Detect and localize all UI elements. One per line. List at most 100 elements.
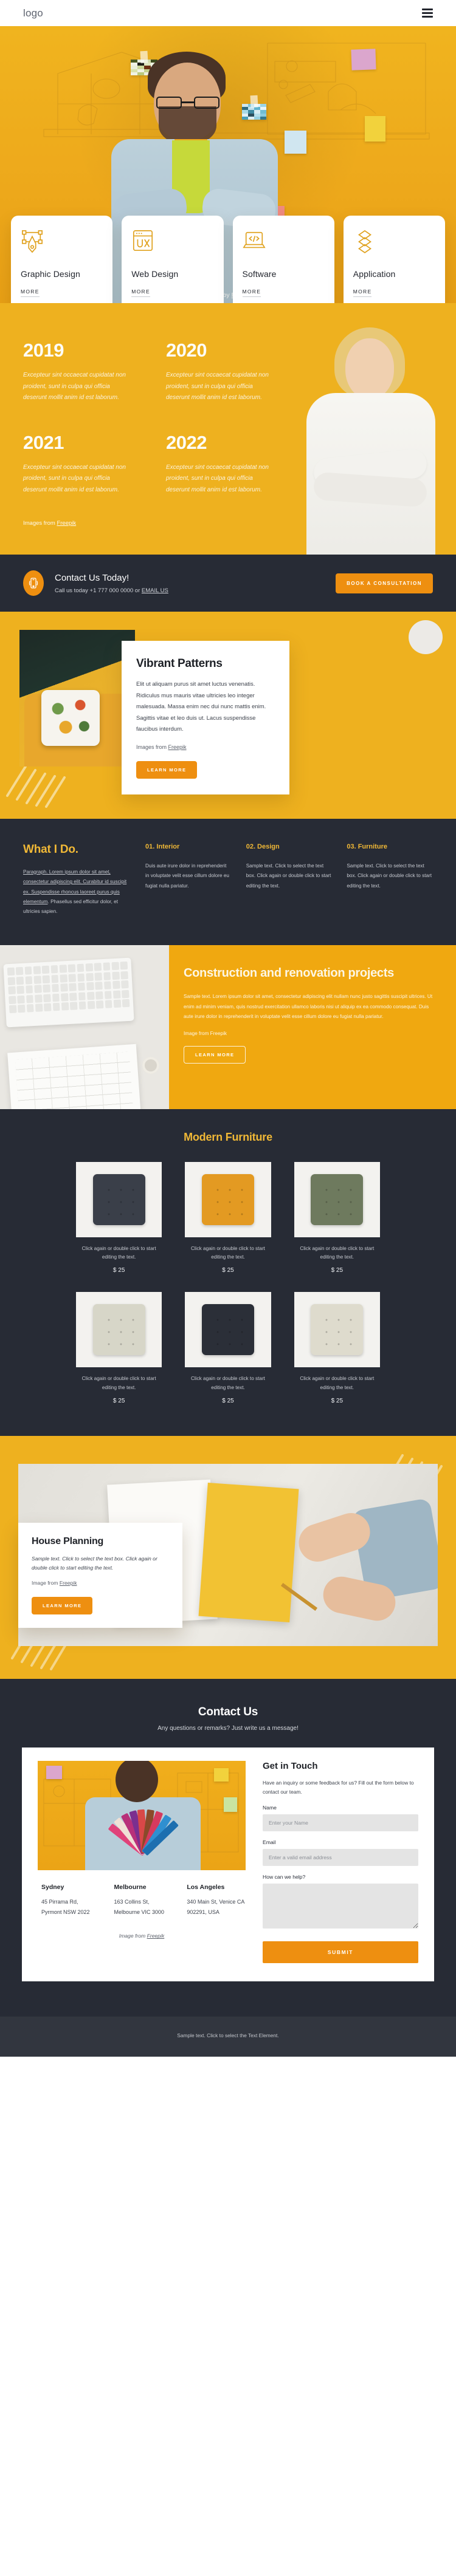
timeline-item: 2020 Excepteur sint occaecat cupidatat n… bbox=[166, 340, 285, 404]
timeline-year: 2020 bbox=[166, 340, 207, 361]
hamburger-menu-icon[interactable] bbox=[422, 9, 433, 18]
contact-sticky-note-3 bbox=[224, 1797, 237, 1812]
contact-section: Contact Us Any questions or remarks? Jus… bbox=[0, 1679, 456, 2017]
furniture-price: $ 25 bbox=[112, 1398, 125, 1405]
service-card-title: Web Design bbox=[131, 269, 179, 279]
message-field-group: How can we help? bbox=[263, 1874, 418, 1932]
ux-browser-icon bbox=[131, 229, 213, 256]
service-card-title: Software bbox=[242, 269, 277, 279]
contact-cta-bar: Contact Us Today! Call us today +1 777 0… bbox=[0, 555, 456, 612]
contact-form: Get in Touch Have an inquiry or some fee… bbox=[263, 1761, 418, 1964]
sticky-note-yellow bbox=[365, 116, 385, 142]
furniture-caption: Click again or double click to start edi… bbox=[300, 1376, 375, 1390]
timeline-year: 2022 bbox=[166, 431, 207, 453]
cushion-shape bbox=[311, 1304, 364, 1356]
what-i-do-heading: What I Do. bbox=[23, 842, 78, 856]
timeline-text: Excepteur sint occaecat cupidatat non pr… bbox=[166, 372, 269, 401]
service-card-more-link[interactable]: MORE bbox=[131, 289, 150, 297]
office-city: Sydney bbox=[41, 1884, 64, 1891]
timeline-grid: 2019 Excepteur sint occaecat cupidatat n… bbox=[23, 340, 285, 496]
furniture-item[interactable]: Click again or double click to start edi… bbox=[76, 1161, 162, 1274]
office-city: Melbourne bbox=[114, 1884, 147, 1891]
furniture-item[interactable]: Click again or double click to start edi… bbox=[185, 1292, 271, 1404]
name-field-group: Name bbox=[263, 1805, 418, 1832]
construction-section: Construction and renovation projects Sam… bbox=[0, 945, 456, 1109]
column-title: 03. Furniture bbox=[347, 842, 387, 850]
vibrant-credit-link[interactable]: Freepik bbox=[168, 744, 187, 750]
timeline-section: 2019 Excepteur sint occaecat cupidatat n… bbox=[0, 303, 456, 555]
submit-button[interactable]: SUBMIT bbox=[263, 1941, 418, 1964]
what-i-do-column-design: 02. Design Sample text. Click to select … bbox=[246, 843, 333, 917]
service-card-web-design[interactable]: Web Design MORE bbox=[122, 216, 224, 303]
contact-person-photo bbox=[38, 1761, 246, 1871]
email-label: Email bbox=[263, 1839, 276, 1846]
cushion-shape bbox=[311, 1174, 364, 1225]
color-fan-deck bbox=[108, 1801, 182, 1856]
cushion-shape bbox=[92, 1174, 145, 1225]
contact-card: Sydney 45 Pirrama Rd, Pyrmont NSW 2022 M… bbox=[22, 1748, 434, 1982]
service-card-more-link[interactable]: MORE bbox=[353, 289, 372, 297]
sticky-note-lightblue bbox=[285, 131, 306, 154]
furniture-image bbox=[185, 1292, 271, 1368]
email-field-group: Email bbox=[263, 1839, 418, 1867]
timeline-item: 2021 Excepteur sint occaecat cupidatat n… bbox=[23, 432, 142, 496]
book-consultation-button[interactable]: BOOK A CONSULTATION bbox=[336, 573, 433, 593]
service-card-application[interactable]: Application MORE bbox=[343, 216, 445, 303]
email-us-link[interactable]: EMAIL US bbox=[142, 587, 168, 594]
vibrant-patterns-section: Vibrant Patterns Elit ut aliquam purus s… bbox=[0, 612, 456, 819]
landing-page: logo by Graphic Design MORE Web Design M… bbox=[0, 0, 456, 2057]
what-i-do-column-furniture: 03. Furniture Sample text. Click to sele… bbox=[347, 843, 433, 917]
furniture-item[interactable]: Click again or double click to start edi… bbox=[185, 1161, 271, 1274]
email-input[interactable] bbox=[263, 1849, 418, 1867]
contact-sticky-note bbox=[46, 1766, 62, 1780]
what-i-do-column-interior: 01. Interior Duis aute irure dolor in re… bbox=[145, 843, 232, 917]
furniture-caption: Click again or double click to start edi… bbox=[300, 1245, 375, 1260]
pen-tool-icon bbox=[21, 229, 103, 256]
calendar-image bbox=[7, 1044, 141, 1109]
logo[interactable]: logo bbox=[23, 7, 43, 19]
construction-text: Construction and renovation projects Sam… bbox=[169, 945, 456, 1109]
vibrant-row: Vibrant Patterns Elit ut aliquam purus s… bbox=[0, 630, 456, 794]
furniture-image bbox=[76, 1161, 162, 1237]
house-planning-section: House Planning Sample text. Click to sel… bbox=[0, 1436, 456, 1679]
timeline-item: 2019 Excepteur sint occaecat cupidatat n… bbox=[23, 340, 142, 404]
furniture-item[interactable]: Click again or double click to start edi… bbox=[294, 1292, 380, 1404]
name-input[interactable] bbox=[263, 1814, 418, 1832]
service-card-graphic-design[interactable]: Graphic Design MORE bbox=[11, 216, 113, 303]
house-image-credit: Image from Freepik bbox=[32, 1580, 169, 1586]
contact-form-intro: Have an inquiry or some feedback for us?… bbox=[263, 1780, 414, 1795]
furniture-caption: Click again or double click to start edi… bbox=[191, 1245, 265, 1260]
service-card-software[interactable]: Software MORE bbox=[232, 216, 334, 303]
hero-section: Image by Freepik Graphic Design MORE bbox=[0, 26, 456, 303]
message-label: How can we help? bbox=[263, 1874, 306, 1881]
modern-furniture-title: Modern Furniture bbox=[184, 1130, 272, 1143]
code-laptop-icon bbox=[242, 229, 325, 256]
construction-learn-more-button[interactable]: LEARN MORE bbox=[184, 1046, 246, 1064]
furniture-item[interactable]: Click again or double click to start edi… bbox=[294, 1161, 380, 1274]
contact-subheading: Any questions or remarks? Just write us … bbox=[157, 1725, 299, 1732]
footer-text: Sample text. Click to select the Text El… bbox=[177, 2032, 279, 2039]
timeline-credit-link[interactable]: Freepik bbox=[57, 520, 76, 527]
name-label: Name bbox=[263, 1805, 277, 1811]
modern-furniture-section: Modern Furniture Click again or double c… bbox=[0, 1109, 456, 1437]
office-locations: Sydney 45 Pirrama Rd, Pyrmont NSW 2022 M… bbox=[38, 1884, 246, 1917]
house-credit-link[interactable]: Freepik bbox=[60, 1580, 77, 1586]
timeline-text: Excepteur sint occaecat cupidatat non pr… bbox=[23, 463, 126, 493]
office-city: Los Angeles bbox=[187, 1884, 225, 1891]
vibrant-learn-more-button[interactable]: LEARN MORE bbox=[136, 760, 198, 779]
contact-credit-link[interactable]: Freepik bbox=[147, 1933, 165, 1939]
message-textarea[interactable] bbox=[263, 1884, 418, 1929]
contact-left-column: Sydney 45 Pirrama Rd, Pyrmont NSW 2022 M… bbox=[38, 1761, 246, 1963]
service-card-more-link[interactable]: MORE bbox=[242, 289, 261, 297]
vibrant-text-card: Vibrant Patterns Elit ut aliquam purus s… bbox=[122, 641, 289, 794]
furniture-item[interactable]: Click again or double click to start edi… bbox=[76, 1292, 162, 1404]
house-credit-prefix: Image from bbox=[32, 1580, 60, 1587]
cushion-shape bbox=[201, 1174, 254, 1225]
construction-title: Construction and renovation projects bbox=[184, 966, 394, 980]
office-location: Los Angeles 340 Main St, Venice CA 90229… bbox=[187, 1884, 246, 1917]
column-text: Sample text. Click to select the text bo… bbox=[246, 863, 331, 889]
contact-cta-subtitle: Call us today +1 777 000 0000 or EMAIL U… bbox=[55, 587, 325, 594]
service-card-more-link[interactable]: MORE bbox=[21, 289, 40, 297]
timeline-text: Excepteur sint occaecat cupidatat non pr… bbox=[23, 372, 126, 401]
house-learn-more-button[interactable]: LEARN MORE bbox=[32, 1597, 93, 1615]
